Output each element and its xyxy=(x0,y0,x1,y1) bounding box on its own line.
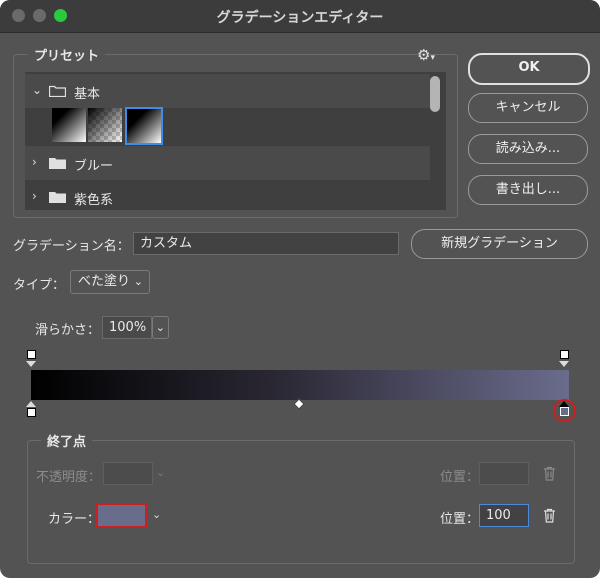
smoothness-input[interactable]: 100% xyxy=(102,316,152,339)
ok-button[interactable]: OK xyxy=(468,53,590,85)
trash-icon[interactable] xyxy=(543,508,556,523)
gradient-name-label: グラデーション名： xyxy=(13,239,130,254)
opacity-input[interactable] xyxy=(103,462,153,485)
type-label: タイプ： xyxy=(13,278,66,293)
color-label: カラー： xyxy=(48,512,101,527)
gear-icon[interactable]: ⚙▾ xyxy=(417,46,435,64)
chevron-down-icon: ⌄ xyxy=(133,275,143,288)
stops-group xyxy=(27,440,575,564)
folder-icon xyxy=(49,158,66,169)
chevron-right-icon[interactable]: › xyxy=(32,155,37,169)
opacity-stop-left-pointer xyxy=(26,361,36,367)
trash-icon[interactable] xyxy=(543,466,556,481)
color-location-input[interactable]: 100 xyxy=(479,504,529,527)
opacity-stop-left[interactable] xyxy=(27,350,36,359)
gradient-ramp[interactable] xyxy=(31,370,569,400)
save-button[interactable]: 書き出し... xyxy=(468,175,588,205)
preset-swatch-black-transparent[interactable] xyxy=(88,108,122,142)
stop-color-swatch[interactable] xyxy=(96,503,147,528)
load-button[interactable]: 読み込み... xyxy=(468,134,588,164)
opacity-location-input[interactable] xyxy=(479,462,529,485)
opacity-stop-right[interactable] xyxy=(560,350,569,359)
opacity-label: 不透明度： xyxy=(36,470,102,485)
color-location-label: 位置： xyxy=(440,512,480,527)
folder-row-purple[interactable]: › 紫色系 xyxy=(25,180,430,210)
type-select[interactable]: べた塗り ⌄ xyxy=(70,270,150,294)
folder-label: 紫色系 xyxy=(74,193,114,208)
folder-row-basic[interactable]: ⌄ 基本 xyxy=(25,74,430,108)
chevron-right-icon[interactable]: › xyxy=(32,189,37,203)
folder-label: ブルー xyxy=(74,159,114,174)
type-value: べた塗り xyxy=(78,274,131,289)
chevron-down-icon[interactable]: ⌄ xyxy=(156,466,165,479)
preset-swatch-black-white[interactable] xyxy=(52,108,86,142)
folder-icon xyxy=(49,192,66,203)
smoothness-dropdown[interactable]: ⌄ xyxy=(152,316,169,339)
smoothness-label: 滑らかさ： xyxy=(35,323,101,338)
folder-row-blue[interactable]: › ブルー xyxy=(25,146,430,180)
chevron-down-icon[interactable]: ⌄ xyxy=(152,508,161,521)
opacity-location-label: 位置： xyxy=(440,470,480,485)
gradient-editor-window: グラデーションエディター プリセット ⚙▾ ⌄ 基本 › ブルー › 紫色系 O… xyxy=(0,0,600,578)
cancel-button[interactable]: キャンセル xyxy=(468,93,588,123)
opacity-stop-right-pointer xyxy=(559,361,569,367)
gradient-name-input[interactable]: カスタム xyxy=(133,232,399,255)
preset-swatch-selected[interactable] xyxy=(125,107,163,145)
color-midpoint[interactable] xyxy=(293,398,305,410)
chevron-down-icon[interactable]: ⌄ xyxy=(32,83,42,97)
chevron-down-icon: ⌄ xyxy=(155,321,165,334)
presets-label: プリセット xyxy=(28,45,106,64)
color-stop-left[interactable] xyxy=(27,408,36,417)
folder-icon xyxy=(49,85,66,97)
color-stop-right[interactable] xyxy=(560,407,569,416)
title-bar: グラデーションエディター xyxy=(0,0,600,33)
folder-label: 基本 xyxy=(74,87,101,102)
window-title: グラデーションエディター xyxy=(216,10,384,26)
preset-scrollbar[interactable] xyxy=(430,76,440,112)
stops-label: 終了点 xyxy=(41,431,93,450)
color-stop-left-pointer xyxy=(26,401,36,407)
new-gradient-button[interactable]: 新規グラデーション xyxy=(411,229,588,259)
